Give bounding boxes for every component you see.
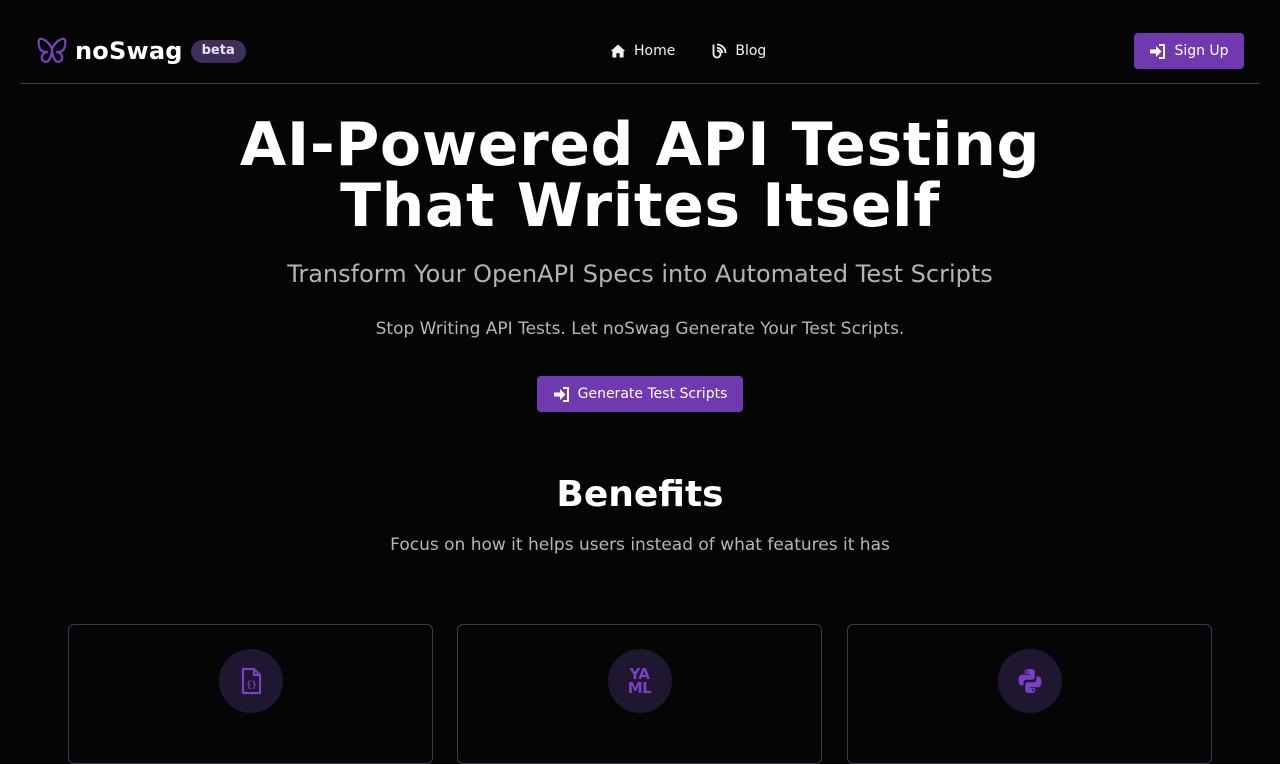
benefits-subtitle: Focus on how it helps users instead of w… — [390, 535, 890, 555]
beta-badge: beta — [190, 39, 246, 63]
benefits-title: Benefits — [556, 474, 724, 515]
benefit-card: YA ML — [457, 624, 822, 764]
nav-item-home[interactable]: Home — [610, 41, 675, 61]
hero-title-line2: That Writes Itself — [340, 171, 940, 241]
hero-subtitle: Transform Your OpenAPI Specs into Automa… — [287, 260, 993, 288]
yaml-icon: YA ML — [607, 649, 672, 713]
nav-item-label: Home — [634, 43, 676, 59]
main-nav: Home Blog — [610, 41, 766, 61]
site-header: noSwag beta Home Blog Sign Up — [20, 0, 1260, 84]
nav-item-blog[interactable]: Blog — [711, 41, 766, 61]
benefit-card — [847, 624, 1212, 764]
generate-test-scripts-button[interactable]: Generate Test Scripts — [537, 376, 743, 412]
home-icon — [610, 44, 626, 58]
yaml-icon-text-2: ML — [627, 679, 652, 697]
hero-description: Stop Writing API Tests. Let noSwag Gener… — [375, 319, 905, 339]
svg-text:{}: {} — [246, 681, 257, 691]
blog-icon — [712, 43, 727, 59]
butterfly-icon — [37, 37, 67, 65]
sign-up-label: Sign Up — [1174, 43, 1229, 59]
nav-item-label: Blog — [735, 43, 767, 59]
brand-logo[interactable]: noSwag beta — [37, 36, 246, 66]
sign-up-button[interactable]: Sign Up — [1134, 33, 1244, 69]
file-code-icon: {} — [218, 649, 283, 713]
python-icon — [997, 649, 1062, 713]
cta-label: Generate Test Scripts — [577, 386, 728, 402]
sign-in-icon — [553, 386, 569, 402]
benefit-card: {} — [68, 624, 433, 764]
sign-in-icon — [1150, 43, 1166, 59]
brand-name: noSwag — [75, 37, 183, 65]
hero-title-line1: AI-Powered API Testing — [239, 110, 1041, 180]
hero-title: AI-Powered API Testing That Writes Itsel… — [0, 115, 1280, 237]
